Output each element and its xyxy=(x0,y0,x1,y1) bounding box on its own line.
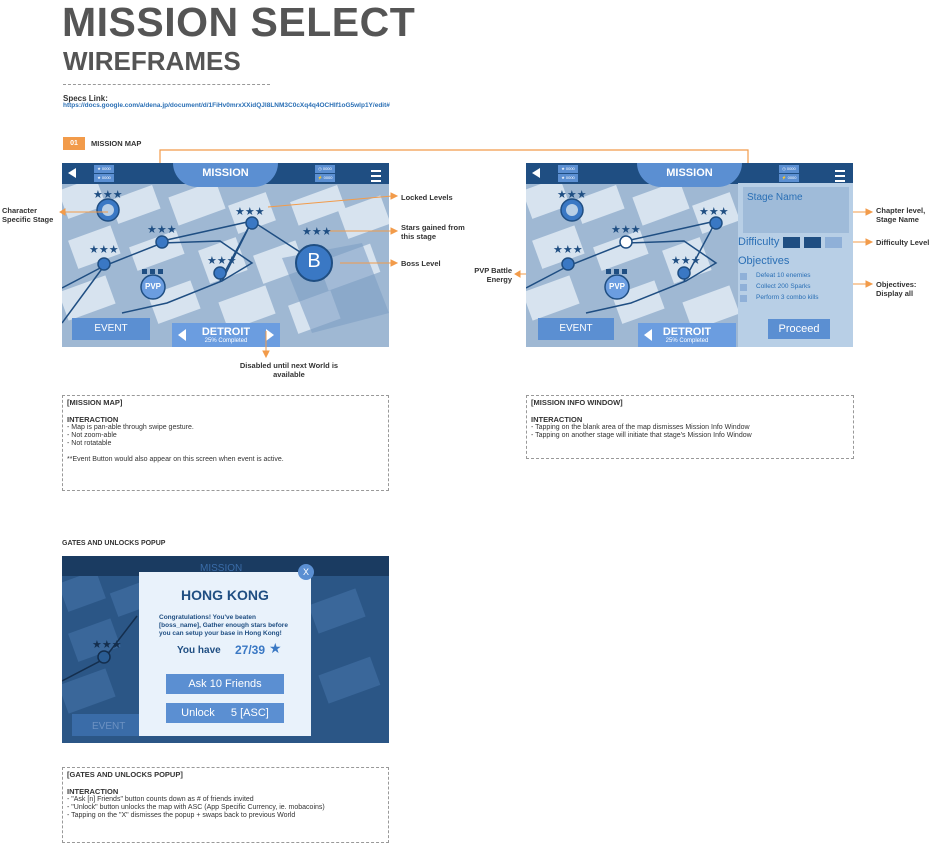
difficulty-label: Difficulty xyxy=(738,236,780,248)
close-popup-button[interactable]: X xyxy=(298,564,314,580)
svg-text:★★★: ★★★ xyxy=(699,205,729,218)
ask-friends-button[interactable]: Ask 10 Friends xyxy=(166,674,284,694)
objective-checkbox-icon xyxy=(740,273,747,280)
gates-popup-screen: ★★★ EVENT MISSION HONG KONG Congratulati… xyxy=(62,556,389,743)
annotation-difficulty-level: Difficulty Level xyxy=(876,238,930,247)
gates-popup-notes: [GATES AND UNLOCKS POPUP] INTERACTION - … xyxy=(62,767,389,843)
notes-interaction-label: INTERACTION xyxy=(531,415,583,424)
annotation-locked-levels: Locked Levels xyxy=(401,193,453,202)
timer-badge: ◷ 0000 xyxy=(779,165,799,173)
annotation-character-stage: Character Specific Stage xyxy=(2,206,54,224)
star-currency-badge: ★ 0000 xyxy=(558,165,578,173)
stage-name-box: Stage Name xyxy=(743,187,849,233)
world-selector[interactable]: DETROIT 25% Completed xyxy=(638,323,736,347)
popup-star-count: 27/39 xyxy=(235,643,266,657)
notes-interaction-label: INTERACTION xyxy=(67,787,119,796)
unlock-cost: 5 [ASC] xyxy=(230,707,269,719)
annotation-stars-gained: Stars gained from this stage xyxy=(401,223,465,241)
proceed-button[interactable]: Proceed xyxy=(768,319,830,339)
mission-header: MISSION xyxy=(637,163,742,187)
objective-item: Collect 200 Sparks xyxy=(738,282,848,293)
svg-text:★★★: ★★★ xyxy=(553,243,583,256)
popup-message: Congratulations! You've beaten [boss_nam… xyxy=(159,614,288,637)
notes-line: - Not zoom-able xyxy=(67,432,117,439)
difficulty-pip-empty xyxy=(825,237,842,248)
menu-icon[interactable] xyxy=(835,170,845,182)
notes-line: - Tapping on the "X" dismisses the popup… xyxy=(67,812,296,819)
objective-item: Perform 3 combo kills xyxy=(738,293,848,304)
event-button[interactable]: EVENT xyxy=(538,318,614,340)
notes-interaction-label: INTERACTION xyxy=(67,415,119,424)
objective-text: Defeat 10 enemies xyxy=(756,272,811,279)
stage-name: Stage Name xyxy=(747,192,803,203)
pvp-label: PVP xyxy=(608,282,625,291)
notes-line: - Map is pan-able through swipe gesture. xyxy=(67,424,194,431)
mission-label: MISSION xyxy=(666,167,713,179)
difficulty-pip-filled xyxy=(783,237,800,248)
annotation-chapter-level: Chapter level, Stage Name xyxy=(876,206,926,224)
world-progress: 25% Completed xyxy=(665,338,709,344)
unlock-label: Unlock xyxy=(181,707,215,719)
gates-popup: HONG KONG Congratulations! You've beaten… xyxy=(139,572,311,736)
notes-line: - "Unlock" button unlocks the map with A… xyxy=(67,804,325,811)
mission-map-notes: [MISSION MAP] INTERACTION - Map is pan-a… xyxy=(62,395,389,491)
popup-city-name: HONG KONG xyxy=(181,587,269,603)
objective-checkbox-icon xyxy=(740,284,747,291)
unlock-button[interactable]: Unlock 5 [ASC] xyxy=(166,703,284,723)
mission-info-panel: Stage Name Difficulty Objectives Defeat … xyxy=(738,183,853,347)
objective-item: Defeat 10 enemies xyxy=(738,271,848,282)
svg-text:★★★: ★★★ xyxy=(92,638,122,651)
objectives-list: Defeat 10 enemies Collect 200 Sparks Per… xyxy=(738,271,848,304)
notes-line: - "Ask [n] Friends" button counts down a… xyxy=(67,796,254,803)
difficulty-pip-filled xyxy=(804,237,821,248)
notes-line: - Tapping on the blank area of the map d… xyxy=(531,424,750,431)
svg-text:EVENT: EVENT xyxy=(92,721,125,732)
objectives-label: Objectives xyxy=(738,255,790,267)
mission-info-notes: [MISSION INFO WINDOW] INTERACTION - Tapp… xyxy=(526,395,854,459)
star-icon: ★ xyxy=(269,641,282,657)
gates-section-title: GATES AND UNLOCKS POPUP xyxy=(62,540,166,547)
mission-info-screen: ★★★ ★★★ ★★★ ★★★ ★★★ MISSION ★ 0000 ★ 000… xyxy=(526,163,853,347)
notes-line: - Tapping on another stage will initiate… xyxy=(531,432,752,439)
objective-text: Perform 3 combo kills xyxy=(756,294,819,301)
world-name: DETROIT xyxy=(662,326,712,338)
notes-title: [MISSION MAP] xyxy=(67,398,123,407)
svg-text:★★★: ★★★ xyxy=(671,254,701,267)
objective-checkbox-icon xyxy=(740,295,747,302)
objective-text: Collect 200 Sparks xyxy=(756,283,811,290)
prev-world-arrow-icon[interactable] xyxy=(644,329,652,341)
annotation-disabled-note: Disabled until next World is available xyxy=(239,361,339,379)
star-currency-badge: ★ 0000 xyxy=(558,174,578,182)
annotation-objectives: Objectives: Display all xyxy=(876,280,917,298)
svg-text:★★★: ★★★ xyxy=(611,223,641,236)
annotation-pvp-energy: PVP Battle Energy xyxy=(474,266,512,284)
notes-title: [GATES AND UNLOCKS POPUP] xyxy=(67,770,183,779)
annotation-boss-level: Boss Level xyxy=(401,259,441,268)
notes-line: - Not rotatable xyxy=(67,440,112,447)
notes-title: [MISSION INFO WINDOW] xyxy=(531,398,623,407)
back-arrow-icon[interactable] xyxy=(532,168,540,178)
notes-footnote: **Event Button would also appear on this… xyxy=(67,456,284,463)
popup-you-have-label: You have xyxy=(177,645,221,656)
energy-badge: ⚡ 0000 xyxy=(779,174,799,182)
